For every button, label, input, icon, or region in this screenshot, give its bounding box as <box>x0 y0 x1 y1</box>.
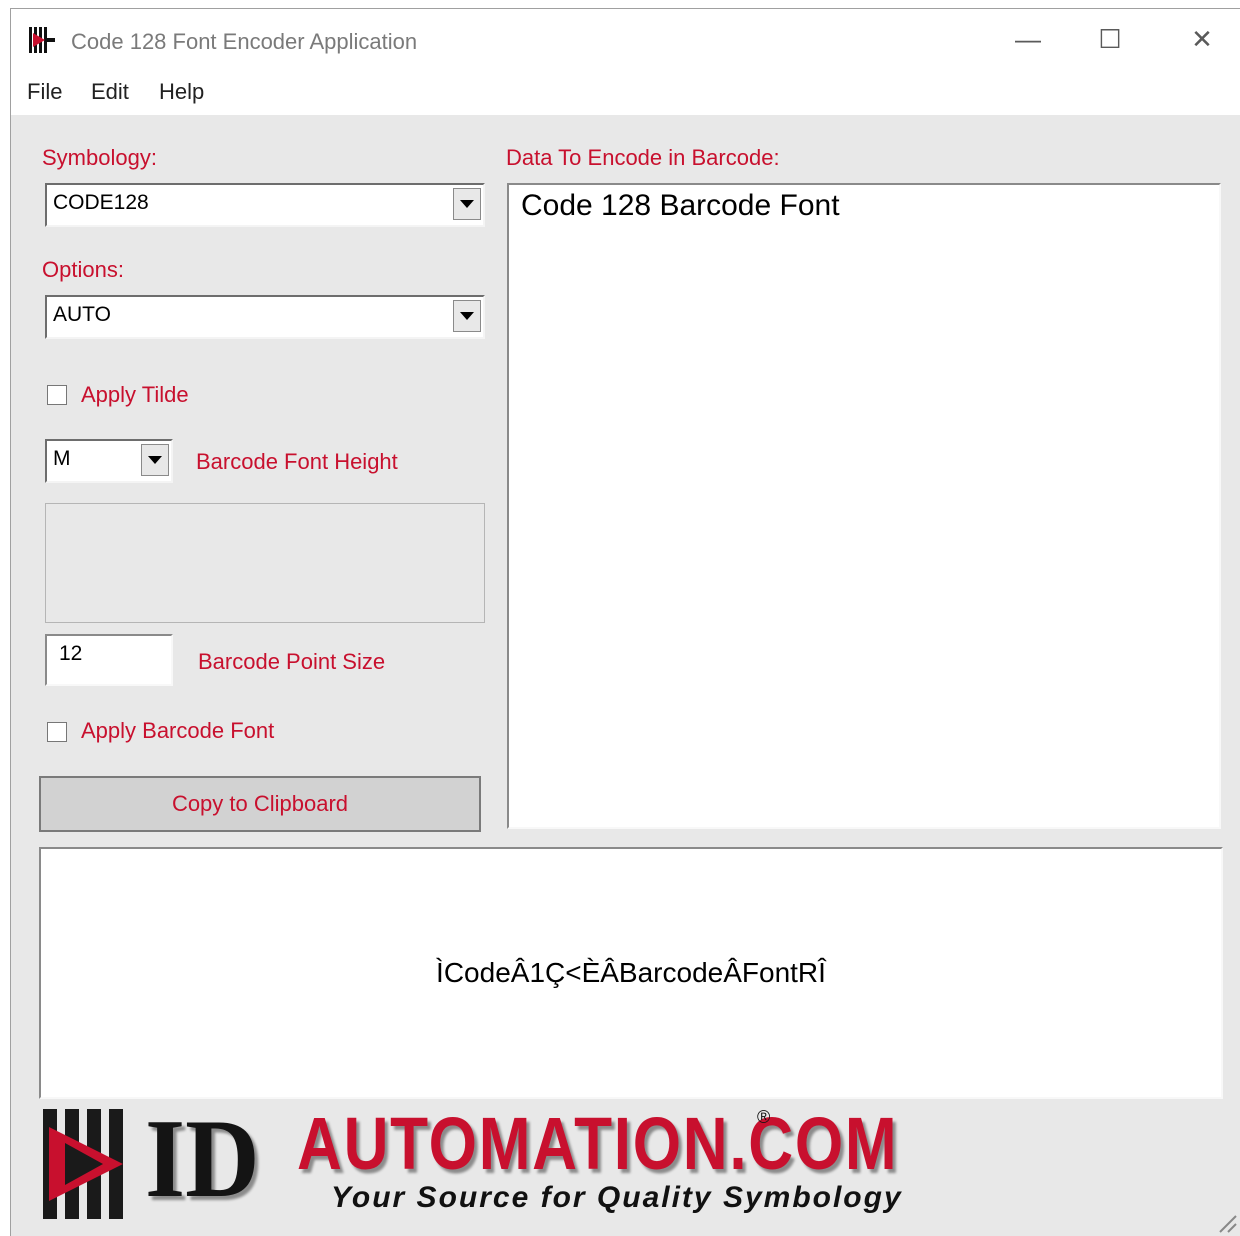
options-value: AUTO <box>53 303 111 326</box>
minimize-icon: — <box>1015 23 1041 54</box>
symbology-label: Symbology: <box>42 145 157 170</box>
logo-tagline: Your Source for Quality Symbology <box>331 1181 903 1214</box>
barcode-app-icon <box>29 27 55 53</box>
registered-mark: ® <box>757 1107 771 1127</box>
point-size-value: 12 <box>59 642 83 665</box>
resize-grip-icon[interactable] <box>1216 1212 1238 1234</box>
window-title: Code 128 Font Encoder Application <box>71 29 418 54</box>
minimize-button[interactable]: — <box>1005 19 1051 59</box>
options-group-box <box>45 503 485 623</box>
point-size-label: Barcode Point Size <box>198 649 386 674</box>
symbology-select[interactable]: CODE128 <box>45 183 485 227</box>
font-height-select[interactable]: M <box>45 439 173 483</box>
close-button[interactable]: ✕ <box>1179 19 1225 59</box>
apply-tilde-label[interactable]: Apply Tilde <box>81 382 189 408</box>
close-icon: ✕ <box>1191 23 1213 54</box>
symbology-value: CODE128 <box>53 191 149 214</box>
app-window: Code 128 Font Encoder Application — ☐ ✕ … <box>10 8 1240 1236</box>
menu-bar: File Edit Help <box>11 69 1240 115</box>
encoded-output-text: ÌCodeÂ1Ç<ÈÂBarcodeÂFontRÎ <box>436 957 826 988</box>
apply-tilde-checkbox[interactable] <box>47 385 67 405</box>
maximize-button[interactable]: ☐ <box>1087 19 1133 59</box>
idautomation-logo: ID AUTOMATION.COM ® Your Source for Qual… <box>39 1097 979 1231</box>
copy-to-clipboard-button[interactable]: Copy to Clipboard <box>39 776 481 832</box>
options-select[interactable]: AUTO <box>45 295 485 339</box>
barcode-logo-icon <box>43 1109 123 1219</box>
logo-main-text: AUTOMATION.COM <box>297 1102 899 1185</box>
title-bar: Code 128 Font Encoder Application — ☐ ✕ <box>11 9 1240 69</box>
menu-help[interactable]: Help <box>159 79 204 105</box>
chevron-down-icon[interactable] <box>141 444 169 476</box>
chevron-down-icon[interactable] <box>453 188 481 220</box>
point-size-input[interactable]: 12 <box>45 634 173 686</box>
font-height-label: Barcode Font Height <box>196 449 398 474</box>
data-text: Code 128 Barcode Font <box>521 189 840 222</box>
encoded-output[interactable]: ÌCodeÂ1Ç<ÈÂBarcodeÂFontRÎ <box>39 847 1223 1099</box>
maximize-icon: ☐ <box>1098 23 1122 54</box>
apply-barcode-font-label[interactable]: Apply Barcode Font <box>81 718 274 744</box>
font-height-value: M <box>53 447 71 470</box>
data-textarea[interactable]: Code 128 Barcode Font <box>507 183 1221 829</box>
chevron-down-icon[interactable] <box>453 300 481 332</box>
menu-edit[interactable]: Edit <box>91 79 129 105</box>
menu-file[interactable]: File <box>27 79 62 105</box>
apply-barcode-font-checkbox[interactable] <box>47 722 67 742</box>
data-label: Data To Encode in Barcode: <box>506 145 780 170</box>
logo-id-text: ID <box>145 1097 260 1221</box>
options-label: Options: <box>42 257 124 282</box>
